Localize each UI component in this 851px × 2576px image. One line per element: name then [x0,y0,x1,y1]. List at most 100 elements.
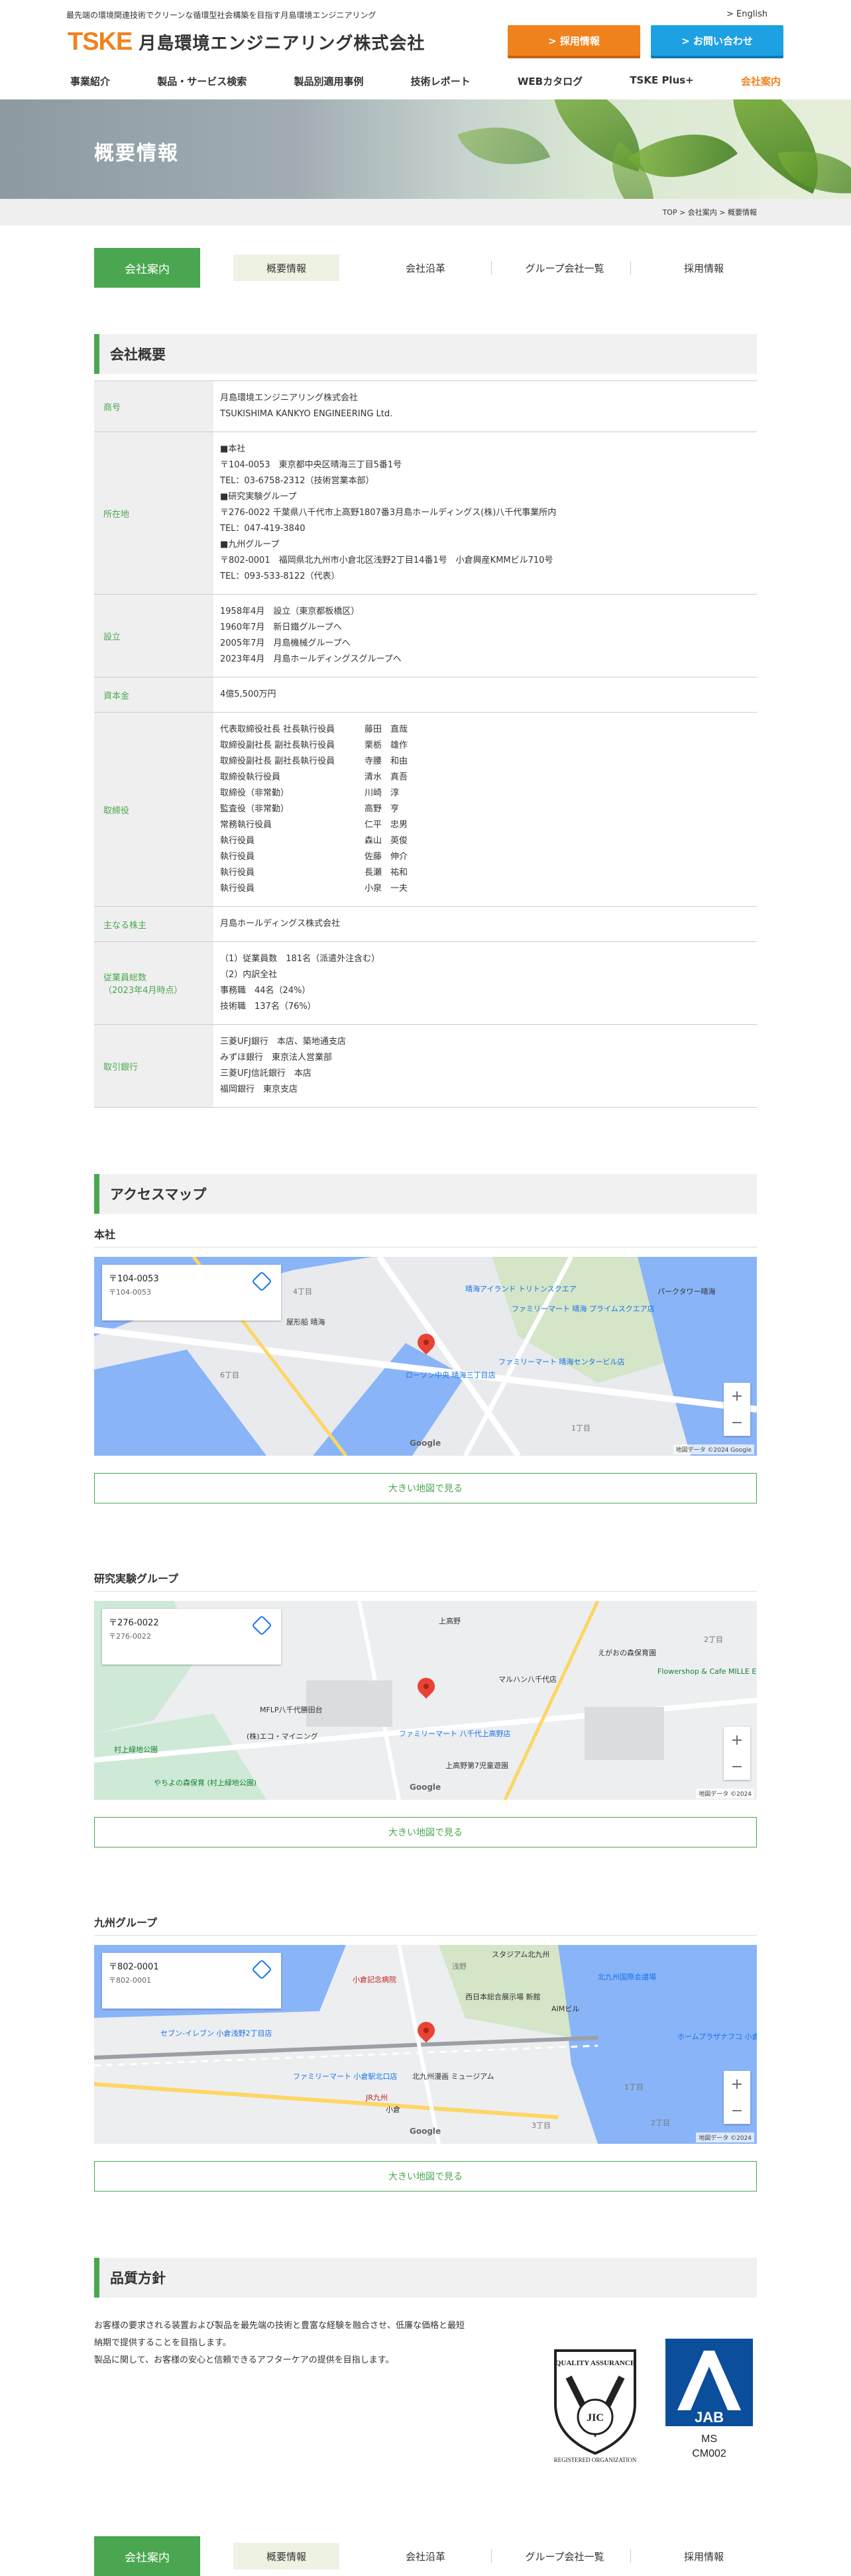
bank-line: 三菱UFJ信託銀行 本店 [220,1069,312,1079]
zoom-out-icon[interactable]: − [731,2103,743,2119]
main-content: 会社案内 概要情報 会社沿革 グループ会社一覧 採用情報 会社概要 商号 月島環… [94,248,757,2576]
view-larger-map-button[interactable]: 大きい地図で見る [94,1817,757,1847]
officer-name: 寺腰 和由 [365,756,408,766]
contact-button[interactable]: > お問い合わせ [651,25,783,56]
officer-name: 藤田 直哉 [365,725,408,734]
row-label: 商号 [94,381,213,432]
map-kyushu[interactable]: スタジアム北九州 浅野 北九州国際会議場 西日本総合展示場 新館 AIMビル ホ… [94,1945,757,2144]
zoom-in-icon[interactable]: + [731,2076,743,2093]
officer-name: 森山 英俊 [365,836,408,846]
map-info-card[interactable]: 〒802-0001 〒802-0001 [102,1953,281,2009]
site-header: 最先端の環境関連技術でクリーンな循環型社会構築を目指す月島環境エンジニアリング … [0,0,851,99]
nav-business[interactable]: 事業紹介 [66,74,114,88]
nav-case-studies[interactable]: 製品別適用事例 [290,74,367,88]
subnav-company[interactable]: 会社案内 [94,248,200,288]
map-zoom-control[interactable]: + − [724,1727,750,1780]
zoom-in-icon[interactable]: + [731,1388,743,1405]
subnav-overview[interactable]: 概要情報 [233,255,339,281]
officer-row: 取締役（非常勤） 川崎 淳 [220,786,750,801]
officer-role: 執行役員 [220,884,255,894]
google-logo: Google [410,2127,441,2136]
officer-row: 取締役副社長 副社長執行役員 寺腰 和由 [220,754,750,770]
row-value: 月島環境エンジニアリング株式会社 TSUKISHIMA KANKYO ENGIN… [213,381,757,432]
view-larger-map-button[interactable]: 大きい地図で見る [94,1473,757,1503]
subnav-history[interactable]: 会社沿革 [372,248,492,288]
zoom-out-icon[interactable]: − [731,1759,743,1775]
nav-web-catalog[interactable]: WEBカタログ [514,74,587,88]
address-line: TEL：093-533-8122（代表） [220,571,340,581]
employee-line: 技術職 137名（76%） [220,1002,316,1012]
map-card-zip: 〒276-0022 [109,1618,159,1628]
breadcrumb[interactable]: TOP > 会社案内 > 概要情報 [663,207,757,217]
nav-product-search[interactable]: 製品・サービス検索 [153,74,251,88]
map-place-label: 屋形船 晴海 [286,1318,325,1326]
english-link[interactable]: > English [726,9,767,19]
employees-date: （2023年4月時点） [103,986,183,996]
zoom-in-icon[interactable]: + [731,1732,743,1749]
row-label: 設立 [94,594,213,677]
row-label: 取引銀行 [94,1024,213,1108]
address-line: ■本社 [220,444,246,454]
history-line: 1960年7月 新日鐵グループへ [220,622,342,632]
officer-row: 執行役員 佐藤 伸介 [220,849,750,865]
table-row: 設立 1958年4月 設立（東京都板橋区） 1960年7月 新日鐵グループへ 2… [94,594,757,677]
map-place-label: JR九州 [366,2093,388,2102]
officer-role: 取締役副社長 副社長執行役員 [220,740,335,750]
map-card-zip-sub: 〒104-0053 [109,1288,151,1297]
map-copyright: 地図データ ©2024 [696,1788,754,1798]
table-row: 資本金 4億5,500万円 [94,677,757,713]
qa-bottom-text: REGISTERED ORGANIZATION [554,2457,637,2463]
subnav-recruit[interactable]: 採用情報 [651,248,757,288]
nav-company[interactable]: 会社案内 [737,74,785,88]
officer-row: 執行役員 小泉 一夫 [220,881,750,897]
officer-row: 代表取締役社長 社長執行役員 藤田 直哉 [220,722,750,738]
page-hero: 概要情報 [0,99,851,199]
subnav-overview[interactable]: 概要情報 [233,2543,339,2569]
site-logo[interactable]: TSKE 月島環境エンジニアリング株式会社 [68,28,425,56]
row-value: （1）従業員数 181名（派遣外注含む） （2）内訳全社 事務職 44名（24%… [213,941,757,1025]
address-line: TEL：047-419-3840 [220,524,306,534]
row-label: 主なる株主 [94,906,213,942]
nav-tske-plus[interactable]: TSKE Plus+ [626,74,697,88]
subnav-company[interactable]: 会社案内 [94,2536,200,2576]
map-hq[interactable]: 晴海アイランド トリトンスクエア ファミリーマート 晴海 プライムスクエア店 ロ… [94,1257,757,1456]
map-place-label: 2丁目 [704,1635,723,1644]
qa-center-text: JIC [587,2412,604,2424]
header-tagline: 最先端の環境関連技術でクリーンな循環型社会構築を目指す月島環境エンジニアリング [66,11,376,20]
row-label: 従業員総数 （2023年4月時点） [94,941,213,1025]
map-zoom-control[interactable]: + − [724,2071,750,2124]
map-place-label: 北九州国際会議場 [598,1973,656,1981]
subnav-recruit[interactable]: 採用情報 [651,2536,757,2576]
map-place-label: (株)エコ・マイニング [247,1732,318,1741]
map-info-card[interactable]: 〒104-0053 〒104-0053 [102,1265,281,1320]
recruit-button[interactable]: > 採用情報 [508,25,640,56]
zoom-out-icon[interactable]: − [731,1415,743,1431]
address-line: ■研究実験グループ [220,492,297,502]
logo-name: 月島環境エンジニアリング株式会社 [139,34,426,54]
map-place-label: MFLP八千代勝田台 [260,1706,323,1714]
map-place-label: 3丁目 [532,2121,551,2130]
company-name: 月島環境エンジニアリング株式会社 [220,393,359,403]
map-place-label: ローソン中央 晴海三丁目店 [406,1371,496,1379]
subnav-history[interactable]: 会社沿革 [372,2536,492,2576]
map-zoom-control[interactable]: + − [724,1383,750,1436]
subnav-group[interactable]: グループ会社一覧 [512,248,631,288]
view-larger-map-button[interactable]: 大きい地図で見る [94,2161,757,2192]
officer-name: 栗栃 雄作 [365,740,408,750]
map-place-label: 1丁目 [624,2083,644,2091]
address-line: 〒104-0053 東京都中央区晴海三丁目5番1号 [220,460,402,470]
map-place-label: マルハン八千代店 [498,1675,557,1684]
subnav-group[interactable]: グループ会社一覧 [512,2536,631,2576]
logo-mark: TSKE [68,28,133,56]
employee-line: （2）内訳全社 [220,970,278,980]
quality-assurance-badge: QUALITY ASSURANCE JIC REGISTERED ORGANIZ… [542,2337,648,2463]
map-info-card[interactable]: 〒276-0022 〒276-0022 [102,1609,281,1665]
officer-role: 常務執行役員 [220,820,272,830]
map-place-label: 6丁目 [220,1371,239,1379]
map-lab[interactable]: 上高野 マルハン八千代店 MFLP八千代勝田台 (株)エコ・マイニング ファミリ… [94,1601,757,1800]
nav-tech-report[interactable]: 技術レポート [407,74,475,88]
jab-logo-icon: JAB MS CM002 [665,2339,753,2459]
map-label-lab: 研究実験グループ [94,1570,757,1592]
map-place-label: 村上緑地公園 [114,1745,158,1754]
map-place-label: 上高野第7児童遊園 [445,1761,508,1770]
